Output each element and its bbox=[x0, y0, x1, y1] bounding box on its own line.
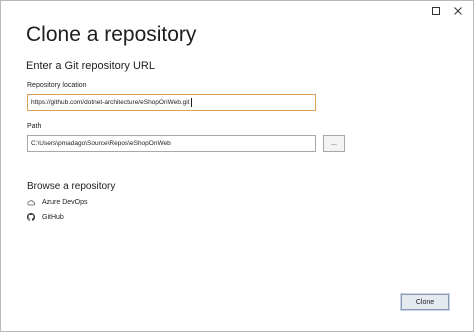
browse-path-button[interactable]: ... bbox=[323, 135, 345, 152]
repository-url-input[interactable]: https://github.com/dotnet-architecture/e… bbox=[27, 94, 316, 111]
clone-repository-dialog: Clone a repository Enter a Git repositor… bbox=[0, 0, 474, 332]
path-input[interactable]: C:\Users\pmadago\Source\Repos\eShopOnWeb bbox=[27, 135, 316, 152]
close-icon bbox=[454, 7, 462, 15]
path-label: Path bbox=[27, 123, 42, 130]
dialog-title: Clone a repository bbox=[26, 23, 197, 46]
repository-location-label: Repository location bbox=[27, 82, 87, 89]
provider-github[interactable]: GitHub bbox=[27, 213, 64, 221]
close-button[interactable] bbox=[447, 4, 469, 18]
clone-button[interactable]: Clone bbox=[400, 293, 450, 311]
provider-label: GitHub bbox=[42, 213, 64, 221]
text-caret bbox=[190, 98, 192, 107]
provider-label: Azure DevOps bbox=[42, 198, 88, 206]
github-icon bbox=[27, 213, 35, 221]
maximize-button[interactable] bbox=[425, 4, 447, 18]
repository-url-value: https://github.com/dotnet-architecture/e… bbox=[31, 99, 190, 106]
provider-azure-devops[interactable]: Azure DevOps bbox=[27, 198, 88, 206]
browse-repository-title: Browse a repository bbox=[27, 181, 116, 192]
maximize-icon bbox=[432, 7, 440, 15]
dialog-subtitle: Enter a Git repository URL bbox=[26, 60, 155, 72]
cloud-icon bbox=[27, 198, 35, 206]
window-controls bbox=[425, 4, 469, 18]
path-value: C:\Users\pmadago\Source\Repos\eShopOnWeb bbox=[31, 140, 171, 147]
